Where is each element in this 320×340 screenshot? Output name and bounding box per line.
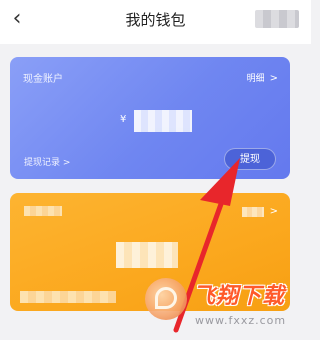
watermark-brand: 飞翔下载: [193, 284, 286, 309]
watermark: 飞翔下载 www.fxxz.com: [145, 276, 305, 334]
watermark-url: www.fxxz.com: [195, 314, 287, 327]
watermark-logo-icon: [145, 278, 187, 320]
